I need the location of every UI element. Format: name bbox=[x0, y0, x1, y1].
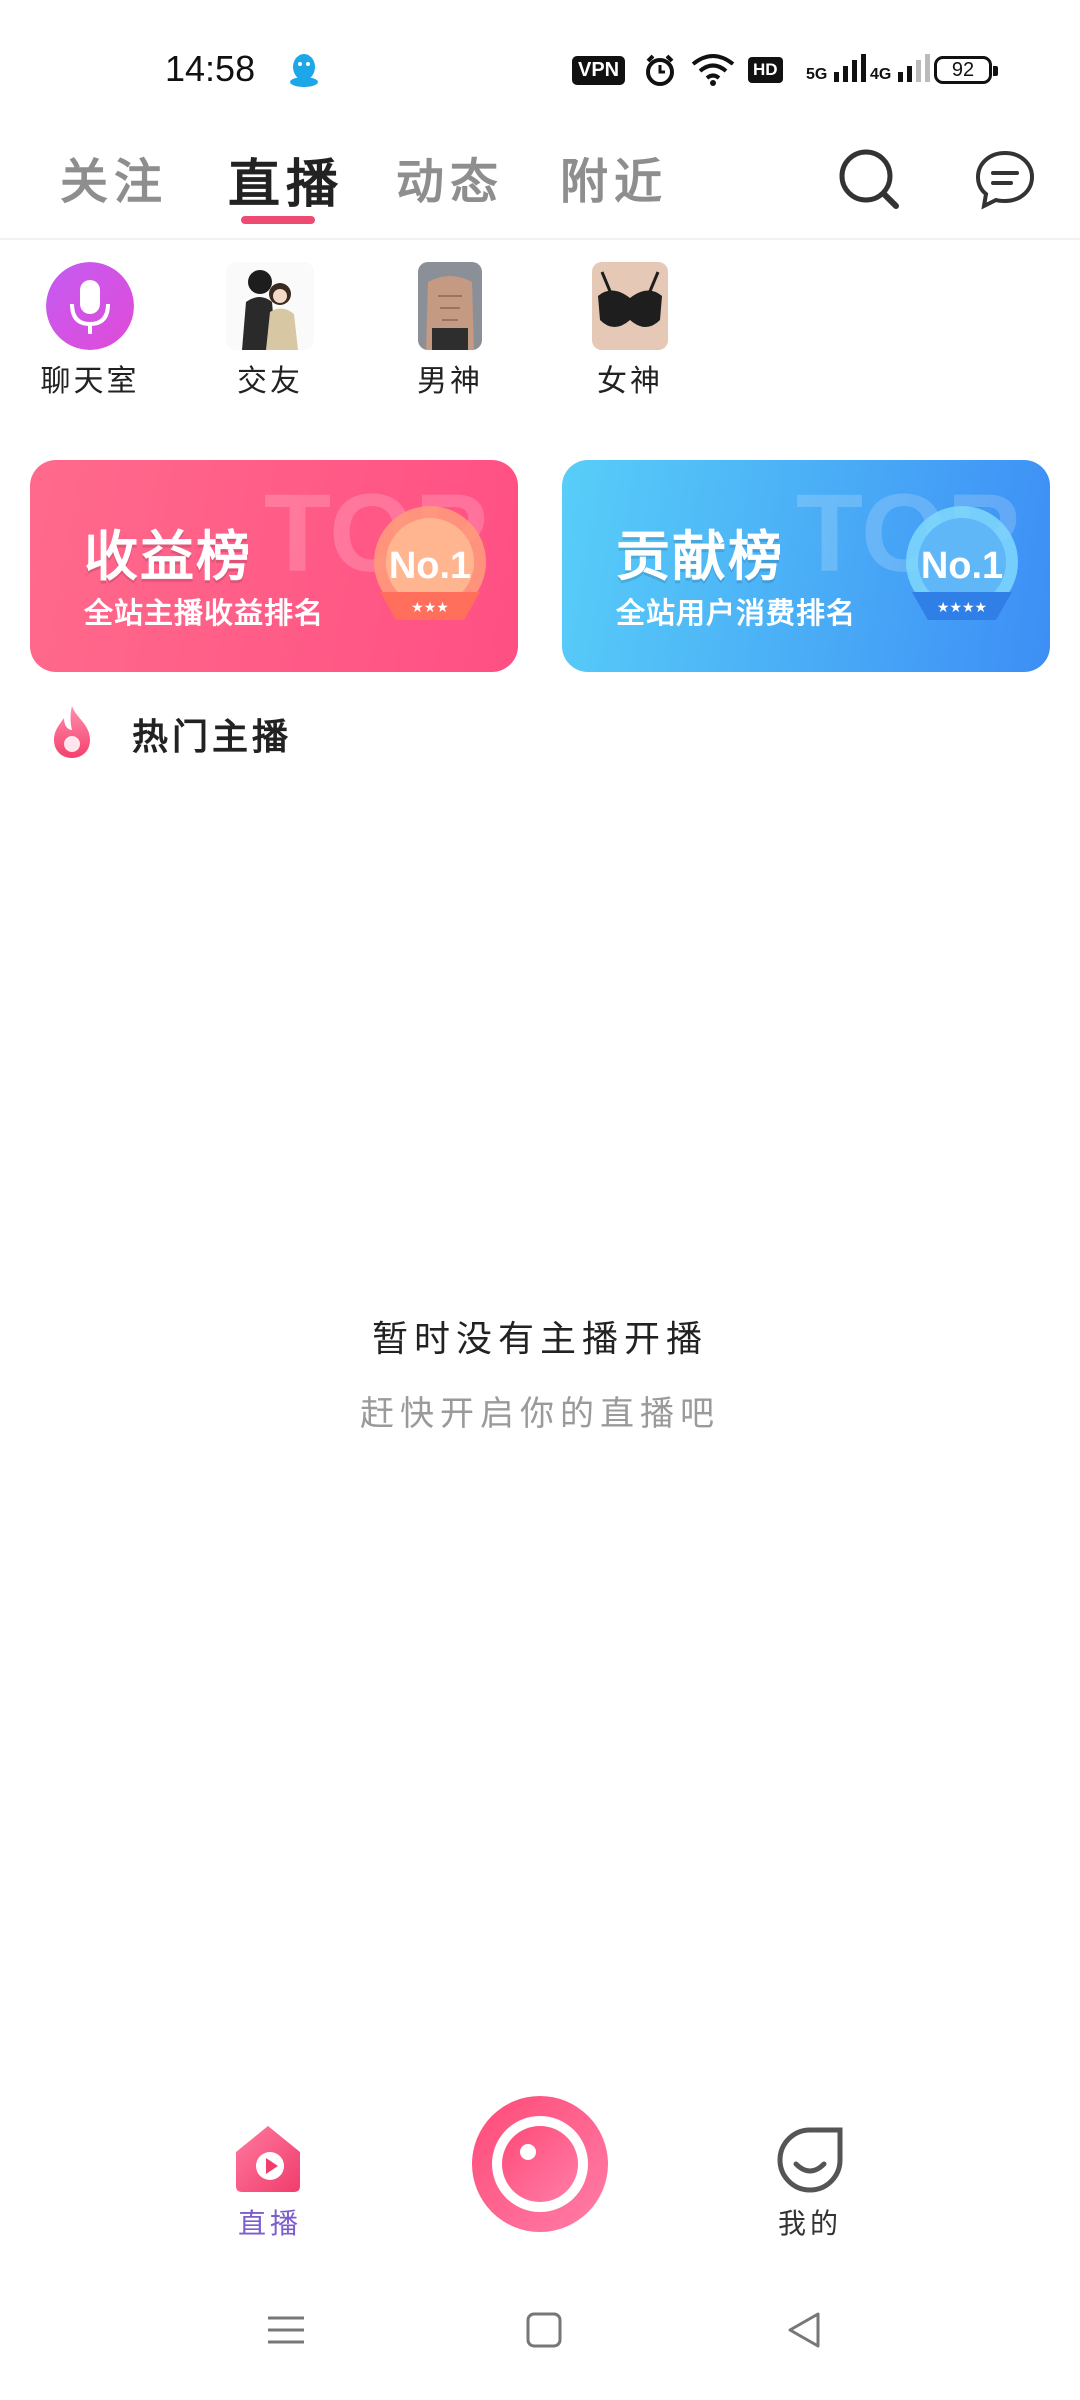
menu-icon[interactable] bbox=[266, 2310, 306, 2354]
top-tab-bar: 关注 直播 动态 附近 bbox=[0, 120, 1080, 240]
live-home-icon bbox=[230, 2122, 306, 2198]
couple-image bbox=[226, 262, 314, 350]
back-triangle-icon[interactable] bbox=[784, 2310, 824, 2354]
microphone-icon bbox=[46, 262, 134, 350]
tab-nearby[interactable]: 附近 bbox=[560, 142, 668, 212]
category-label: 聊天室 bbox=[40, 364, 140, 399]
category-friends[interactable]: 交友 bbox=[200, 262, 340, 400]
hd-badge: HD bbox=[748, 50, 783, 90]
svg-text:No.1: No.1 bbox=[921, 545, 1003, 587]
category-gods[interactable]: 男神 bbox=[380, 262, 520, 400]
svg-text:★★★★: ★★★★ bbox=[937, 600, 987, 616]
bottom-nav-label: 直播 bbox=[237, 2207, 302, 2240]
tab-follow[interactable]: 关注 bbox=[60, 142, 168, 212]
hot-anchors-heading: 热门主播 bbox=[132, 716, 293, 758]
bottom-nav-profile[interactable]: 我的 bbox=[730, 2080, 890, 2250]
bottom-nav-live[interactable]: 直播 bbox=[190, 2080, 350, 2250]
banner-subtitle: 全站主播收益排名 bbox=[84, 596, 325, 630]
bottom-nav-label: 我的 bbox=[777, 2207, 842, 2240]
no1-badge-icon: No.1 ★★★ bbox=[360, 496, 500, 650]
profile-smile-icon bbox=[774, 2124, 846, 2200]
fire-icon bbox=[46, 704, 98, 764]
female-image bbox=[592, 262, 668, 350]
category-label: 交友 bbox=[237, 364, 303, 399]
banner-title: 收益榜 bbox=[84, 525, 252, 588]
earnings-ranking-banner[interactable]: TOP 收益榜 全站主播收益排名 No.1 ★★★ bbox=[30, 460, 518, 672]
vpn-badge: VPN bbox=[572, 50, 626, 90]
male-image bbox=[418, 262, 482, 350]
wifi-icon bbox=[690, 52, 736, 90]
no1-badge-icon: No.1 ★★★★ bbox=[892, 496, 1032, 650]
category-label: 男神 bbox=[417, 364, 483, 399]
signal-5g-icon: 5G bbox=[806, 50, 868, 84]
empty-state-title: 暂时没有主播开播 bbox=[371, 1319, 708, 1360]
status-time: 14:58 bbox=[165, 48, 256, 89]
home-square-icon[interactable] bbox=[524, 2310, 564, 2354]
tab-live[interactable]: 直播 bbox=[228, 142, 344, 217]
search-icon[interactable] bbox=[836, 146, 902, 216]
status-bar: 14:58 VPN HD 5G 4G 92 bbox=[0, 0, 1080, 120]
category-chatroom[interactable]: 聊天室 bbox=[20, 262, 160, 400]
banner-title: 贡献榜 bbox=[616, 525, 784, 588]
signal-4g-icon: 4G bbox=[870, 50, 932, 84]
battery-icon: 92 bbox=[934, 50, 998, 90]
alarm-icon bbox=[642, 52, 678, 92]
tab-moments[interactable]: 动态 bbox=[396, 142, 504, 212]
empty-state-subtitle: 赶快开启你的直播吧 bbox=[360, 1394, 720, 1434]
active-tab-indicator bbox=[241, 216, 315, 224]
category-label: 女神 bbox=[597, 364, 663, 399]
svg-text:★★★: ★★★ bbox=[411, 600, 449, 616]
category-goddesses[interactable]: 女神 bbox=[560, 262, 700, 400]
qq-penguin-icon bbox=[288, 52, 320, 92]
camera-start-live-icon[interactable] bbox=[462, 2086, 618, 2246]
bottom-nav-bar: 直播 我的 bbox=[0, 2080, 1080, 2260]
message-icon[interactable] bbox=[974, 148, 1036, 214]
svg-text:No.1: No.1 bbox=[389, 545, 471, 587]
banner-subtitle: 全站用户消费排名 bbox=[616, 596, 857, 630]
contribution-ranking-banner[interactable]: TOP 贡献榜 全站用户消费排名 No.1 ★★★★ bbox=[562, 460, 1050, 672]
